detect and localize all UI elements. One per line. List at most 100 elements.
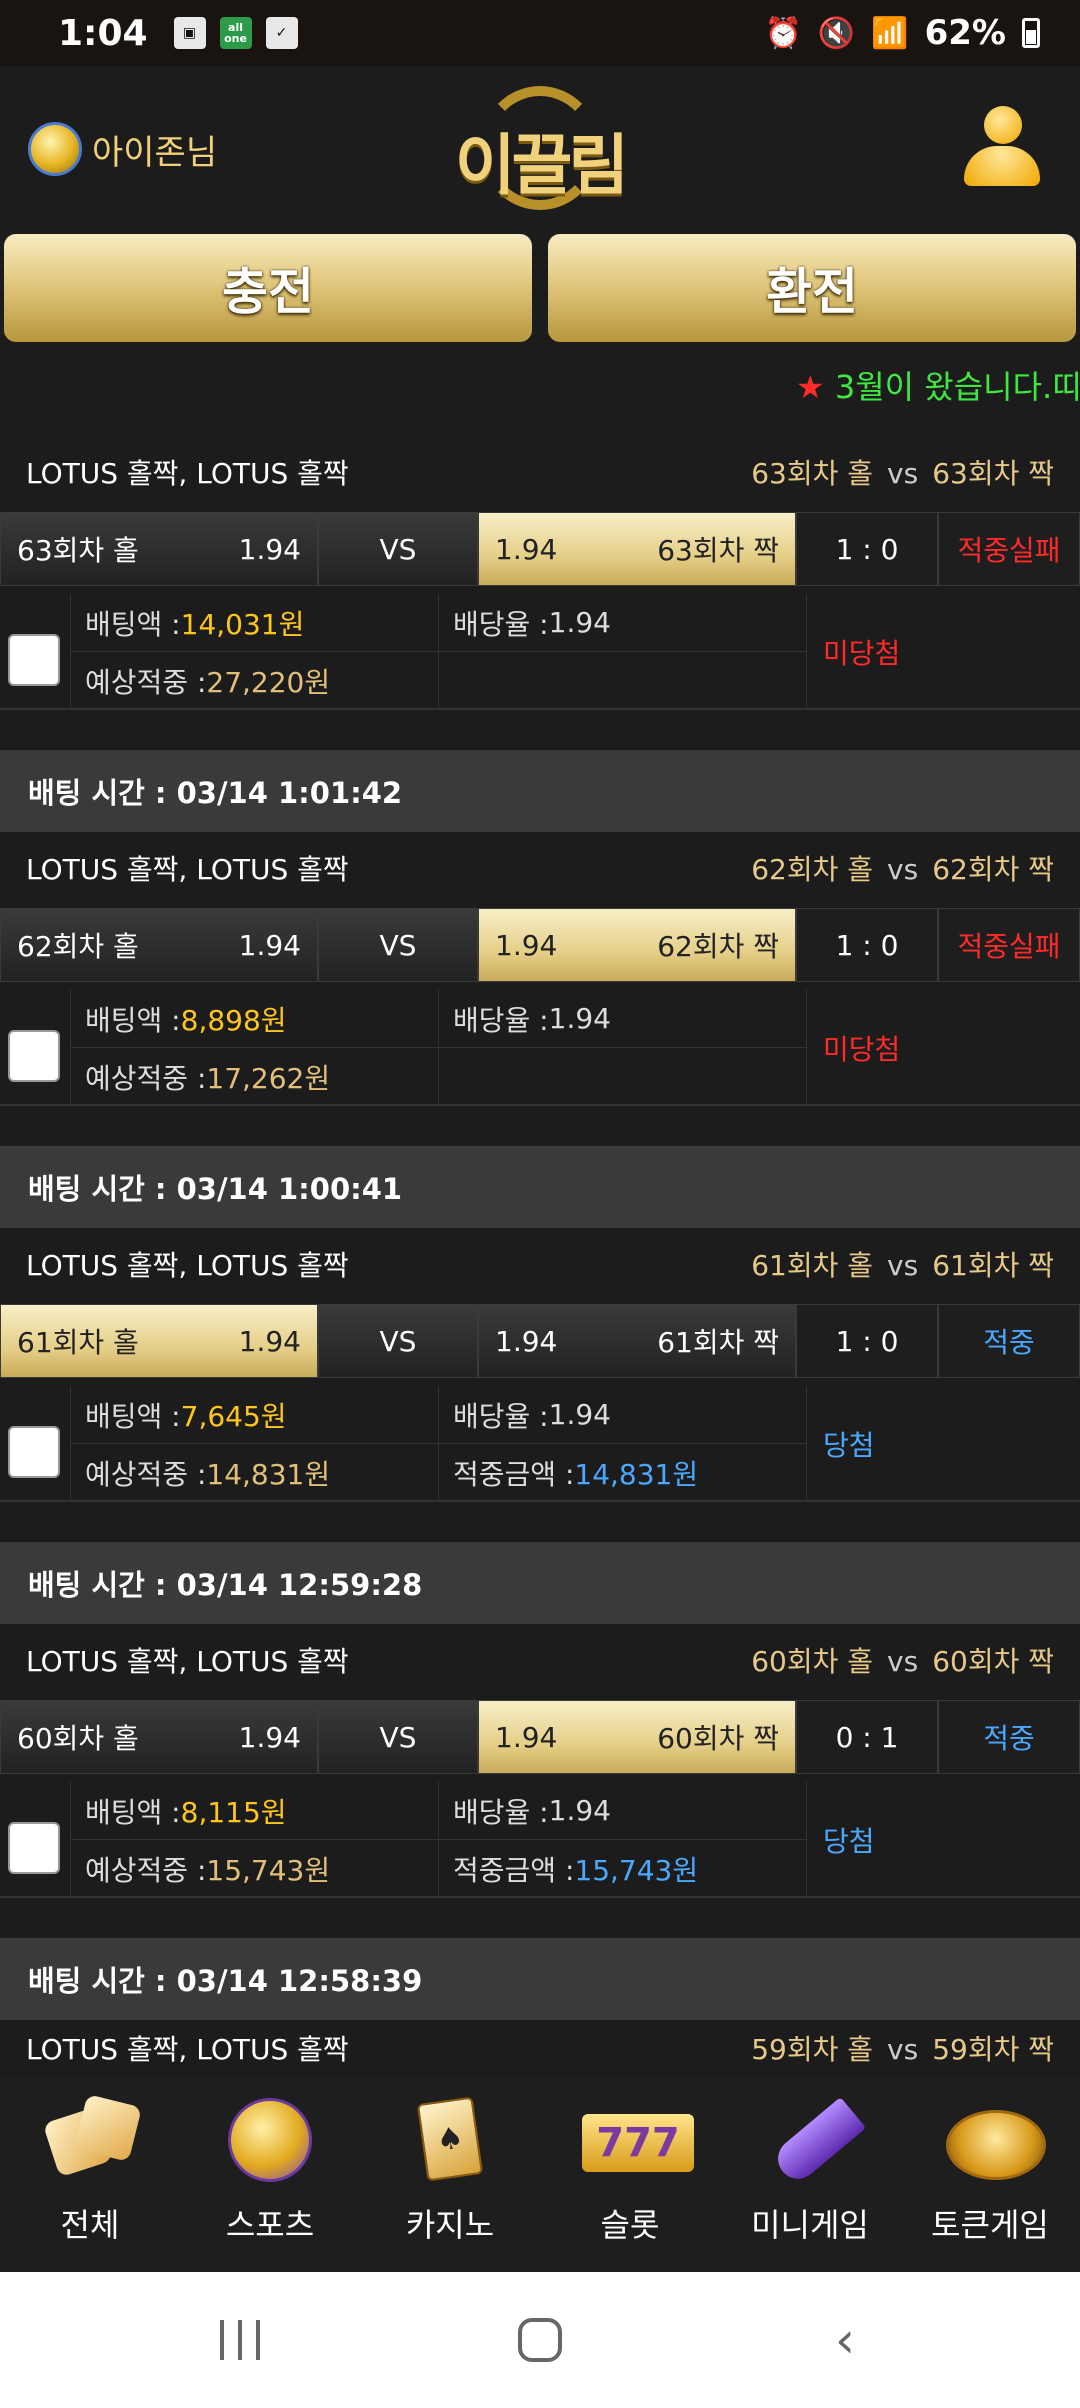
vs-label: VS	[318, 908, 478, 982]
win-amount-row	[438, 1048, 806, 1106]
odds-row: 배당율 :1.94	[438, 1782, 806, 1840]
allinone-icon: all one	[219, 17, 252, 49]
nav-casino[interactable]: ♠ 카지노	[360, 2076, 540, 2272]
game-line: LOTUS 홀짝, LOTUS 홀짝 62회차 홀 vs 62회차 짝	[0, 832, 1080, 904]
result-label: 적중실패	[938, 512, 1080, 586]
bet-time-bar: 배팅 시간 : 03/14 12:58:39	[0, 1938, 1080, 2020]
roulette-icon	[942, 2096, 1046, 2186]
select-checkbox[interactable]	[8, 1030, 60, 1082]
match-summary: 59회차 홀 vs 59회차 짝	[751, 2033, 1054, 2066]
game-line: LOTUS 홀짝, LOTUS 홀짝 61회차 홀 vs 61회차 짝	[0, 1228, 1080, 1300]
bet-detail: 배팅액 :8,898원 예상적중 :17,262원 배당율 :1.94 미당첨	[0, 988, 1080, 1106]
gallery-icon: ▣	[173, 17, 206, 49]
pick-row: 60회차 홀 1.94 VS 1.94 60회차 짝 0 : 1 적중	[0, 1700, 1080, 1774]
expected-row: 예상적중 :14,831원	[70, 1444, 438, 1502]
wifi-icon: 📶	[871, 15, 909, 51]
result-label: 적중	[938, 1304, 1080, 1378]
expected-row: 예상적중 :27,220원	[70, 652, 438, 710]
nav-slot[interactable]: 777 슬롯	[540, 2076, 720, 2272]
checkbox-notification-icon: ✓	[265, 17, 298, 49]
score: 0 : 1	[796, 1700, 938, 1774]
game-line: LOTUS 홀짝, LOTUS 홀짝 63회차 홀 vs 63회차 짝	[0, 436, 1080, 508]
game-name: LOTUS 홀짝, LOTUS 홀짝	[26, 1645, 349, 1678]
pick-row: 61회차 홀 1.94 VS 1.94 61회차 짝 1 : 0 적중	[0, 1304, 1080, 1378]
profile-icon[interactable]	[964, 106, 1040, 188]
logo-text: 이끌림	[454, 127, 629, 204]
username: 아이존님	[92, 133, 218, 172]
away-pick[interactable]: 1.94 60회차 짝	[478, 1700, 796, 1774]
win-status: 미당첨	[806, 594, 1080, 710]
home-pick[interactable]: 63회차 홀 1.94	[0, 512, 318, 586]
rocket-icon	[762, 2096, 867, 2187]
slot-777-icon: 777	[582, 2096, 694, 2186]
home-pick[interactable]: 61회차 홀 1.94	[0, 1304, 318, 1378]
odds-row: 배당율 :1.94	[438, 594, 806, 652]
vs-label: VS	[318, 512, 478, 586]
star-icon: ★	[796, 368, 825, 406]
withdraw-button[interactable]: 환전	[548, 234, 1076, 342]
pick-row: 62회차 홀 1.94 VS 1.94 62회차 짝 1 : 0 적중실패	[0, 908, 1080, 982]
result-label: 적중실패	[938, 908, 1080, 982]
game-line: LOTUS 홀짝, LOTUS 홀짝 60회차 홀 vs 60회차 짝	[0, 1624, 1080, 1696]
bet-time-bar: 배팅 시간 : 03/14 1:01:42	[0, 750, 1080, 832]
score: 1 : 0	[796, 1304, 938, 1378]
score: 1 : 0	[796, 908, 938, 982]
win-amount-row: 적중금액 :14,831원	[438, 1444, 806, 1502]
bet-amount-row: 배팅액 :7,645원	[70, 1386, 438, 1444]
bet-time-bar: 배팅 시간 : 03/14 12:59:28	[0, 1542, 1080, 1624]
odds-row: 배당율 :1.94	[438, 990, 806, 1048]
game-line: LOTUS 홀짝, LOTUS 홀짝 59회차 홀 vs 59회차 짝	[0, 2020, 1080, 2076]
win-amount-row: 적중금액 :15,743원	[438, 1840, 806, 1898]
app-header: 아이존님 이끌림	[0, 66, 1080, 226]
system-nav-bar: ‹	[0, 2272, 1080, 2408]
away-pick[interactable]: 1.94 63회차 짝	[478, 512, 796, 586]
nav-sports[interactable]: 스포츠	[180, 2076, 360, 2272]
nav-minigame[interactable]: 미니게임	[720, 2076, 900, 2272]
game-name: LOTUS 홀짝, LOTUS 홀짝	[26, 853, 349, 886]
recent-apps-icon[interactable]	[210, 2312, 270, 2368]
expected-row: 예상적중 :15,743원	[70, 1840, 438, 1898]
bet-amount-row: 배팅액 :14,031원	[70, 594, 438, 652]
bet-detail: 배팅액 :14,031원 예상적중 :27,220원 배당율 :1.94 미당첨	[0, 592, 1080, 710]
home-pick[interactable]: 62회차 홀 1.94	[0, 908, 318, 982]
select-checkbox[interactable]	[8, 634, 60, 686]
result-label: 적중	[938, 1700, 1080, 1774]
select-checkbox[interactable]	[8, 1822, 60, 1874]
back-icon[interactable]: ‹	[820, 2311, 870, 2369]
vs-label: VS	[318, 1304, 478, 1378]
mute-icon: 🔇	[817, 15, 856, 51]
home-pick[interactable]: 60회차 홀 1.94	[0, 1700, 318, 1774]
bottom-nav: 전체 스포츠 ♠ 카지노 777 슬롯 미니게임 토큰게임	[0, 2076, 1080, 2272]
rank-medal-icon	[28, 122, 82, 176]
expected-row: 예상적중 :17,262원	[70, 1048, 438, 1106]
win-status: 당첨	[806, 1782, 1080, 1898]
match-summary: 60회차 홀 vs 60회차 짝	[751, 1645, 1054, 1678]
nav-all[interactable]: 전체	[0, 2076, 180, 2272]
status-time: 1:04	[58, 12, 148, 54]
deposit-button[interactable]: 충전	[4, 234, 532, 342]
user-badge[interactable]: 아이존님	[28, 122, 217, 176]
win-amount-row	[438, 652, 806, 710]
bet-detail: 배팅액 :8,115원 예상적중 :15,743원 배당율 :1.94 적중금액…	[0, 1780, 1080, 1898]
score: 1 : 0	[796, 512, 938, 586]
game-name: LOTUS 홀짝, LOTUS 홀짝	[26, 1249, 349, 1282]
nav-token-game[interactable]: 토큰게임	[900, 2076, 1080, 2272]
bet-amount-row: 배팅액 :8,115원	[70, 1782, 438, 1840]
odds-row: 배당율 :1.94	[438, 1386, 806, 1444]
bet-card: LOTUS 홀짝, LOTUS 홀짝 59회차 홀 vs 59회차 짝	[0, 2020, 1080, 2076]
app-logo[interactable]: 이끌림	[440, 78, 640, 218]
win-status: 당첨	[806, 1386, 1080, 1502]
status-bar: 1:04 ▣ all one ✓ ⏰ 🔇 📶 62%	[0, 0, 1080, 66]
select-checkbox[interactable]	[8, 1426, 60, 1478]
vs-label: VS	[318, 1700, 478, 1774]
notice-marquee: ★ 3월이 왔습니다.띠	[796, 362, 1080, 408]
game-name: LOTUS 홀짝, LOTUS 홀짝	[26, 2033, 349, 2066]
match-summary: 63회차 홀 vs 63회차 짝	[751, 457, 1054, 490]
dice-icon	[42, 2094, 142, 2186]
away-pick[interactable]: 1.94 61회차 짝	[478, 1304, 796, 1378]
bet-time-bar: 배팅 시간 : 03/14 1:00:41	[0, 1146, 1080, 1228]
away-pick[interactable]: 1.94 62회차 짝	[478, 908, 796, 982]
battery-icon	[1022, 18, 1040, 48]
home-icon[interactable]	[512, 2312, 568, 2368]
pick-row: 63회차 홀 1.94 VS 1.94 63회차 짝 1 : 0 적중실패	[0, 512, 1080, 586]
